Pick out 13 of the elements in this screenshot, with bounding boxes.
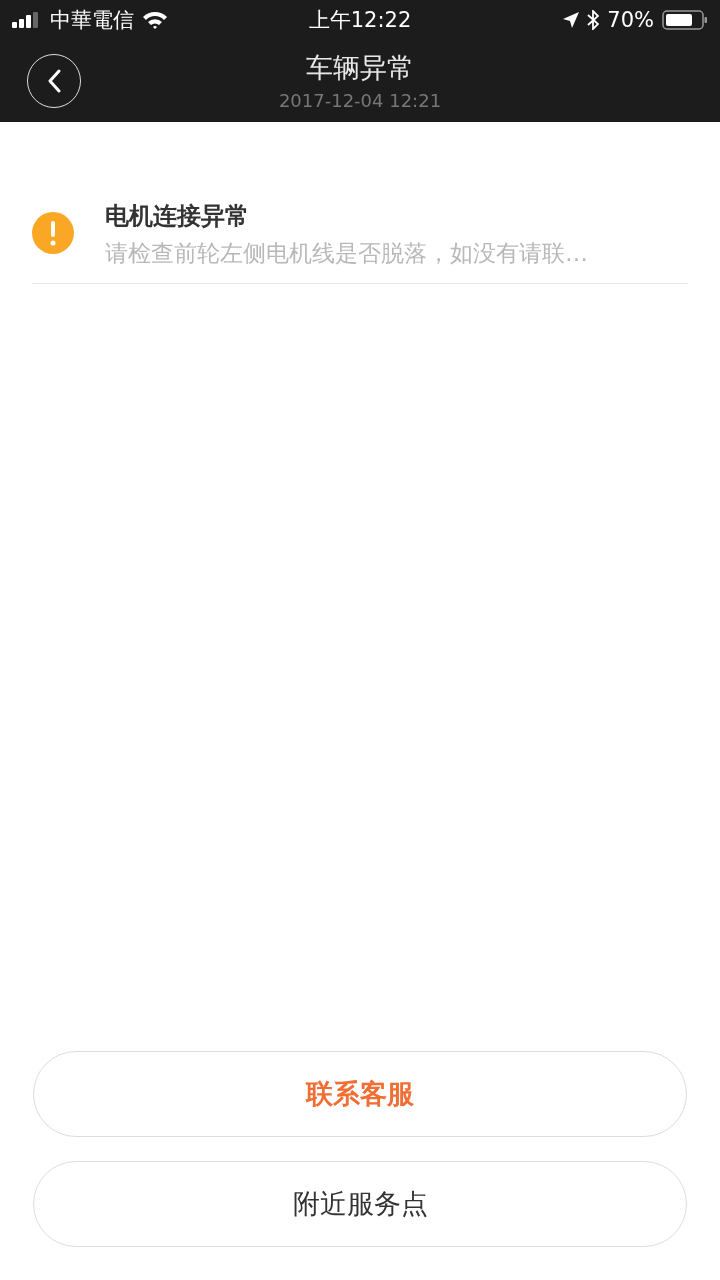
page-title: 车辆异常 bbox=[306, 51, 414, 85]
carrier-name: 中華電信 bbox=[50, 7, 134, 34]
warning-icon bbox=[32, 211, 74, 254]
battery-percent: 70% bbox=[607, 8, 654, 32]
bluetooth-icon bbox=[587, 10, 600, 30]
alert-title: 电机连接异常 bbox=[105, 201, 250, 232]
location-arrow-icon bbox=[563, 12, 580, 28]
battery-icon bbox=[662, 10, 708, 30]
timestamp: 2017-12-04 12:21 bbox=[278, 89, 442, 113]
clock-time: 上午12:22 bbox=[307, 7, 413, 34]
alert-message: 请检查前轮左侧电机线是否脱落，如没有请联… bbox=[105, 239, 588, 268]
nearby-service-button[interactable]: 附近服务点 bbox=[33, 1161, 687, 1247]
wifi-icon bbox=[142, 11, 168, 29]
